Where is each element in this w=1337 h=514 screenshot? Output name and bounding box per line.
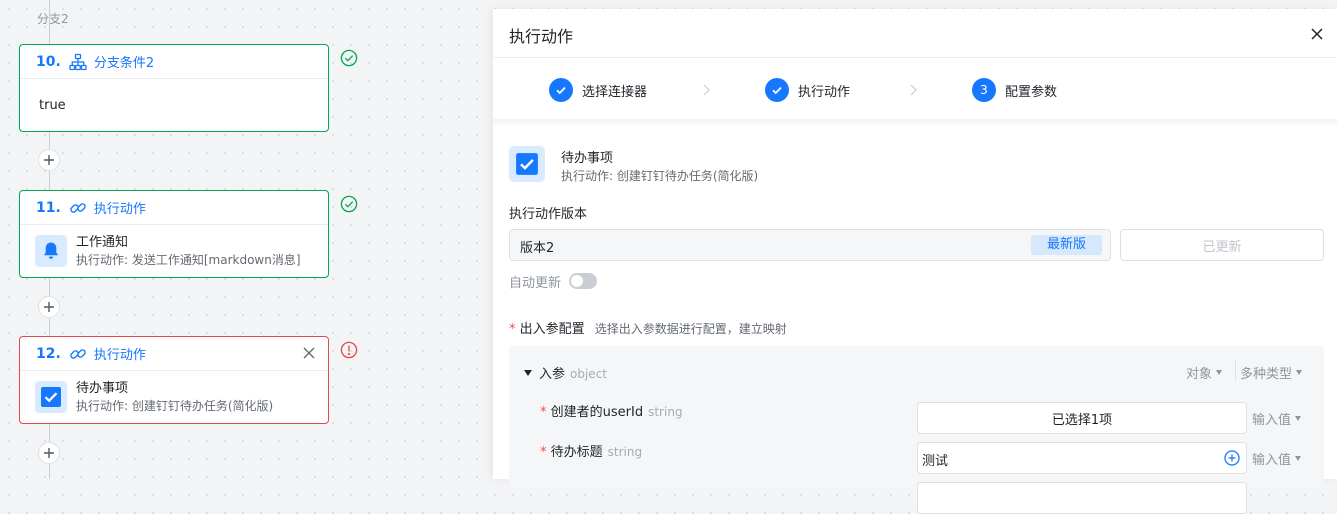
branch-icon	[69, 53, 87, 71]
action-subtitle: 执行动作: 创建钉钉待办任务(简化版)	[76, 399, 274, 413]
action-title: 待办事项	[76, 381, 129, 396]
error-alert-icon	[340, 341, 358, 363]
param-input[interactable]	[917, 482, 1247, 514]
add-node-button[interactable]	[38, 149, 60, 171]
select-value: 输入值	[1252, 453, 1292, 468]
link-icon	[69, 199, 87, 217]
check-icon	[765, 78, 789, 102]
multi-type-select[interactable]: 多种类型	[1240, 363, 1303, 382]
add-circle-icon[interactable]	[1224, 450, 1240, 470]
step-select-connector[interactable]: 选择连接器	[549, 78, 647, 102]
node-title: 执行动作	[93, 202, 146, 217]
select-value: 输入值	[1252, 413, 1292, 428]
step-number: 3	[972, 78, 996, 102]
param-type: object	[570, 367, 607, 381]
version-select[interactable]: 版本2 最新版	[509, 229, 1111, 261]
select-value: 对象	[1186, 367, 1213, 382]
param-name: 入参	[539, 367, 566, 382]
param-name: 创建者的userId	[550, 405, 644, 420]
caret-down-icon	[1216, 370, 1223, 375]
action-summary: 工作通知 执行动作: 发送工作通知[markdown消息]	[20, 225, 328, 268]
node-card-work-notice[interactable]: 11. 执行动作 工作通知 执行动作: 发送工作通知[markdown消息]	[19, 190, 329, 278]
param-type: string	[607, 445, 643, 459]
action-subtitle: 执行动作: 创建钉钉待办任务(简化版)	[561, 169, 759, 183]
action-subtitle: 执行动作: 发送工作通知[markdown消息]	[76, 253, 301, 267]
node-card-header: 12. 执行动作	[20, 337, 328, 371]
separator	[1235, 361, 1236, 381]
caret-down-icon	[524, 370, 532, 376]
step-execute-action[interactable]: 执行动作	[765, 78, 850, 102]
io-config-label: * 出入参配置 选择出入参数据进行配置，建立映射	[509, 318, 787, 337]
close-icon[interactable]	[302, 346, 316, 360]
auto-update-label: 自动更新	[509, 276, 562, 291]
input-mode-select[interactable]: 输入值	[1252, 449, 1302, 468]
todo-checkbox-icon	[509, 146, 545, 182]
connector-line	[49, 0, 50, 45]
param-label-creator-userid: * 创建者的userId string	[540, 401, 683, 420]
required-mark: *	[509, 322, 516, 337]
caret-down-icon	[1295, 456, 1302, 461]
chevron-right-icon	[909, 84, 917, 100]
node-number: 11.	[36, 199, 61, 216]
node-card-header: 10. 分支条件2	[20, 45, 328, 79]
node-title: 执行动作	[93, 348, 146, 363]
success-check-icon	[340, 195, 358, 217]
version-value: 版本2	[520, 241, 555, 256]
select-value: 多种类型	[1240, 367, 1293, 382]
close-icon[interactable]	[1311, 28, 1323, 44]
success-check-icon	[340, 49, 358, 71]
param-root[interactable]: 入参 object	[524, 363, 607, 382]
toggle-knob	[571, 275, 583, 287]
io-config-title: 出入参配置	[519, 322, 585, 337]
caret-down-icon	[1295, 416, 1302, 421]
steps-divider	[493, 119, 1337, 127]
required-mark: *	[540, 445, 547, 460]
latest-version-tag: 最新版	[1030, 235, 1102, 255]
updated-button[interactable]: 已更新	[1120, 229, 1324, 261]
params-tree: 入参 object 对象 多种类型 * 创建者的userId string 已选择1…	[509, 346, 1324, 514]
condition-value: true	[39, 98, 66, 113]
bell-icon	[35, 235, 67, 267]
add-node-button[interactable]	[38, 296, 60, 318]
object-type-select[interactable]: 对象	[1186, 363, 1223, 382]
step-configure-params[interactable]: 3 配置参数	[972, 78, 1057, 102]
version-label: 执行动作版本	[509, 207, 588, 222]
auto-update-toggle[interactable]	[569, 273, 597, 289]
action-title: 待办事项	[561, 151, 614, 166]
step-label: 配置参数	[1005, 84, 1058, 100]
input-value: 测试	[922, 454, 949, 469]
io-config-hint: 选择出入参数据进行配置，建立映射	[594, 322, 787, 336]
caret-down-icon	[1296, 370, 1303, 375]
param-name: 待办标题	[550, 445, 603, 460]
node-card-header: 11. 执行动作	[20, 191, 328, 225]
todo-title-input[interactable]: 测试	[917, 442, 1247, 474]
node-number: 12.	[36, 345, 61, 362]
param-type: string	[648, 405, 683, 419]
add-node-button[interactable]	[38, 442, 60, 464]
divider	[493, 57, 1337, 58]
branch-label: 分支2	[37, 12, 69, 26]
step-label: 执行动作	[798, 84, 851, 100]
node-card-branch-condition[interactable]: 10. 分支条件2 true	[19, 44, 329, 132]
node-title: 分支条件2	[93, 56, 155, 71]
required-mark: *	[540, 405, 547, 420]
todo-checkbox-icon	[35, 381, 67, 413]
panel-title: 执行动作	[509, 27, 574, 46]
creator-userid-input[interactable]: 已选择1项	[917, 402, 1247, 434]
link-icon	[69, 345, 87, 363]
action-title: 工作通知	[76, 235, 129, 250]
node-card-todo[interactable]: 12. 执行动作 待办事项 执行动作: 创建钉钉待办任务(简化版)	[19, 336, 329, 424]
step-label: 选择连接器	[582, 84, 648, 100]
check-icon	[549, 78, 573, 102]
chevron-right-icon	[702, 84, 710, 100]
input-mode-select[interactable]: 输入值	[1252, 409, 1302, 428]
param-label-todo-title: * 待办标题 string	[540, 441, 642, 460]
action-config-panel: 执行动作 选择连接器 执行动作 3 配置参数 待办事项 执行动作: 创建钉钉待办…	[493, 9, 1337, 514]
action-summary: 待办事项 执行动作: 创建钉钉待办任务(简化版)	[20, 371, 328, 414]
node-number: 10.	[36, 53, 61, 70]
